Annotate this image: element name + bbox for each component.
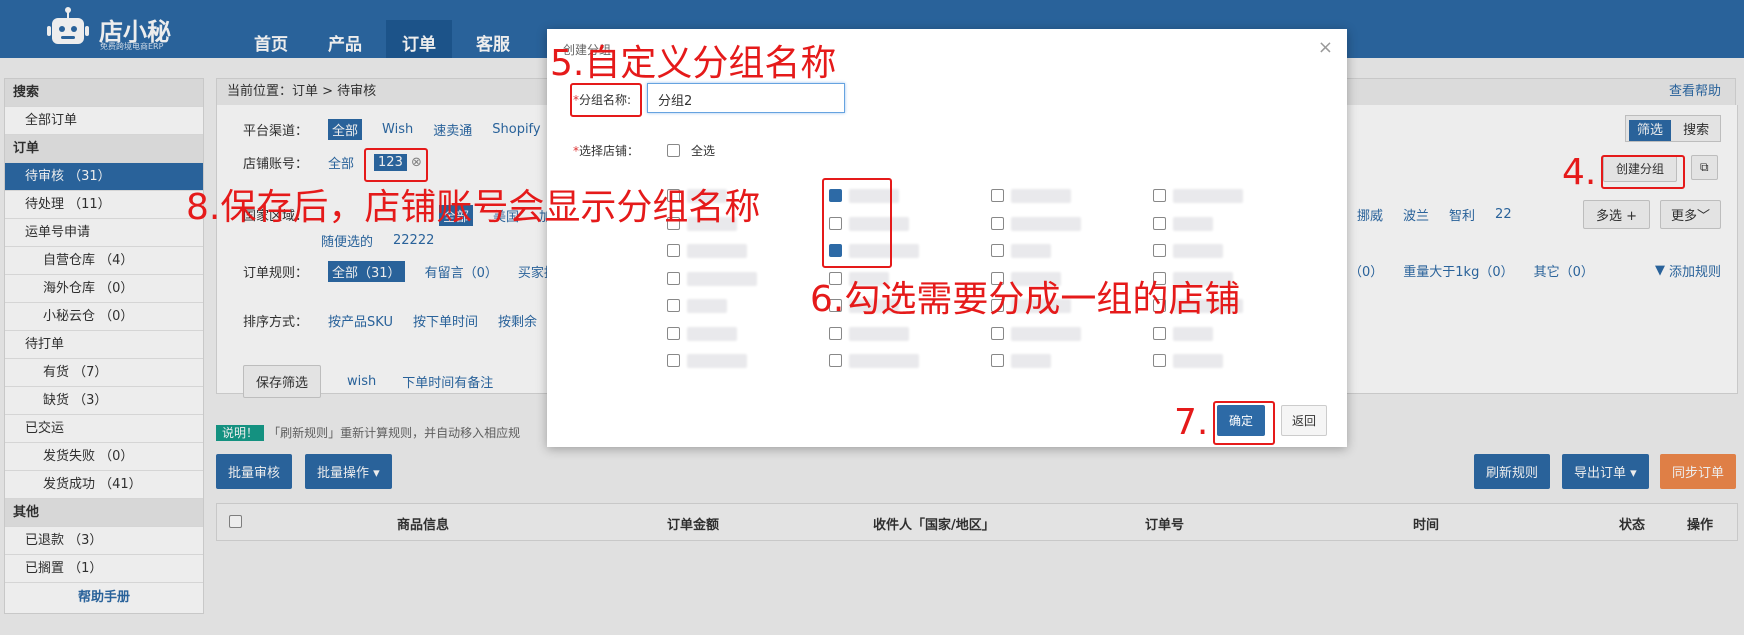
select-shop-label: *选择店铺： <box>573 144 640 158</box>
shop-name-redacted <box>1173 216 1213 231</box>
highlight-name-label <box>570 83 642 117</box>
shop-checkbox[interactable] <box>667 354 680 367</box>
shop-name-redacted <box>1173 244 1223 258</box>
shop-name-redacted <box>1011 216 1081 231</box>
highlight-create-group <box>1601 155 1685 189</box>
shop-name-redacted <box>1173 189 1243 203</box>
shop-checkbox[interactable] <box>991 216 1004 230</box>
shop-checkbox[interactable] <box>1153 354 1166 367</box>
shop-checkbox[interactable] <box>667 244 680 257</box>
annotation-4: 4. <box>1562 152 1597 193</box>
shop-checkbox[interactable] <box>991 326 1004 340</box>
group-name-input[interactable]: 分组2 <box>647 83 845 113</box>
highlight-shop-group <box>364 148 428 182</box>
shop-checkbox[interactable] <box>1153 244 1166 257</box>
close-icon[interactable]: × <box>1318 37 1333 58</box>
shop-checkbox[interactable] <box>1153 326 1166 340</box>
shop-checkbox[interactable] <box>667 299 680 312</box>
select-all-shops-checkbox[interactable] <box>667 144 680 157</box>
highlight-checked-shops <box>822 178 892 268</box>
shop-checkbox[interactable] <box>1153 189 1166 202</box>
shop-name-redacted <box>1173 354 1223 368</box>
annotation-7: 7. <box>1174 402 1209 443</box>
annotation-5: 5.自定义分组名称 <box>550 43 837 84</box>
back-button[interactable]: 返回 <box>1281 405 1328 436</box>
shop-name-redacted <box>687 299 727 313</box>
create-group-modal: 创建分组 × *分组名称: 分组2 *选择店铺： 全选 确定 返回 <box>547 29 1347 447</box>
annotation-8: 8.保存后，店铺账号会显示分组名称 <box>186 187 761 228</box>
shop-checkbox[interactable] <box>667 271 680 285</box>
shop-name-redacted <box>849 326 909 341</box>
highlight-confirm <box>1213 401 1275 445</box>
shop-name-redacted <box>1011 354 1051 368</box>
shop-checkbox[interactable] <box>667 326 680 340</box>
shop-checkbox[interactable] <box>829 326 842 340</box>
shop-name-redacted <box>849 354 919 368</box>
shop-name-redacted <box>687 354 747 368</box>
shop-name-redacted <box>687 244 747 258</box>
shop-name-redacted <box>1011 326 1081 341</box>
shop-name-redacted <box>1011 244 1051 258</box>
shop-name-redacted <box>687 326 737 341</box>
shop-name-redacted <box>687 271 757 286</box>
shop-checkbox[interactable] <box>991 244 1004 257</box>
shop-name-redacted <box>1173 326 1213 341</box>
shop-name-redacted <box>1011 189 1071 203</box>
shop-checkbox[interactable] <box>1153 216 1166 230</box>
shop-checkbox[interactable] <box>991 189 1004 202</box>
shop-checkbox[interactable] <box>829 354 842 367</box>
select-all-label: 全选 <box>691 144 716 158</box>
annotation-6: 6.勾选需要分成一组的店铺 <box>810 279 1241 320</box>
shop-checkbox[interactable] <box>991 354 1004 367</box>
